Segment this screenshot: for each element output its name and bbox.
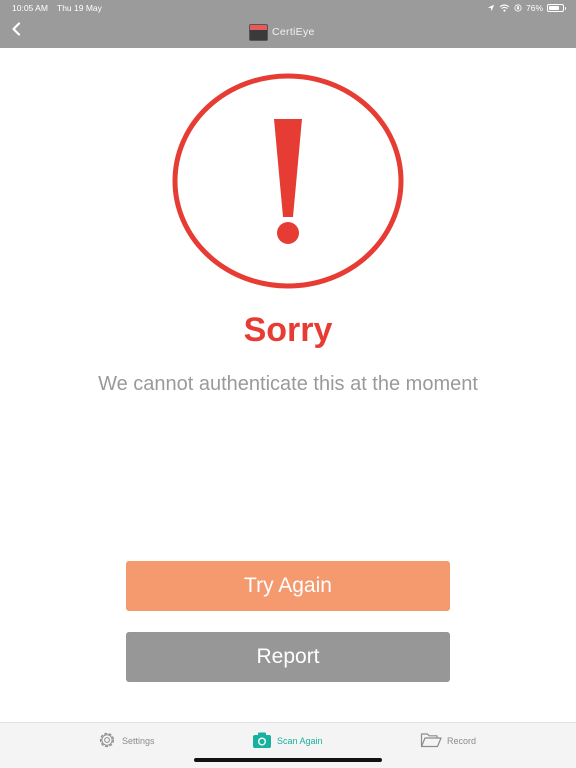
- app-name: CertiEye: [272, 26, 315, 38]
- home-indicator: [194, 758, 382, 762]
- try-again-button[interactable]: Try Again: [126, 561, 450, 611]
- battery-percent: 76%: [525, 3, 543, 13]
- tab-record[interactable]: Record: [420, 730, 476, 752]
- tab-settings[interactable]: Settings: [97, 730, 155, 752]
- camera-icon: [252, 731, 272, 751]
- location-icon: [487, 4, 495, 12]
- alert-title: Sorry: [243, 311, 333, 349]
- status-time: 10:05 AM: [12, 3, 48, 13]
- tab-record-label: Record: [447, 736, 477, 746]
- gear-icon: [97, 730, 117, 752]
- battery-icon: [547, 4, 566, 12]
- app-logo: [249, 23, 268, 41]
- chevron-left-icon: [11, 21, 21, 41]
- header: 10:05 AM Thu 19 May 76% CertiEye: [0, 0, 576, 48]
- status-indicators: 76%: [487, 0, 566, 16]
- app-brand: CertiEye: [249, 23, 315, 41]
- tab-scan-again[interactable]: Scan Again: [252, 730, 323, 752]
- orientation-lock-icon: [514, 4, 522, 12]
- exclamation-circle-icon: [172, 73, 404, 289]
- tab-settings-label: Settings: [122, 736, 155, 746]
- wifi-icon: [499, 4, 510, 12]
- status-date: Thu 19 May: [57, 3, 102, 13]
- alert-message: We cannot authenticate this at the momen…: [98, 373, 478, 395]
- tab-scan-again-label: Scan Again: [277, 736, 323, 746]
- back-button[interactable]: [6, 20, 26, 42]
- report-button[interactable]: Report: [126, 632, 450, 682]
- folder-open-icon: [420, 732, 442, 750]
- status-bar: 10:05 AM Thu 19 May 76%: [0, 0, 576, 16]
- battery-level: [549, 6, 559, 10]
